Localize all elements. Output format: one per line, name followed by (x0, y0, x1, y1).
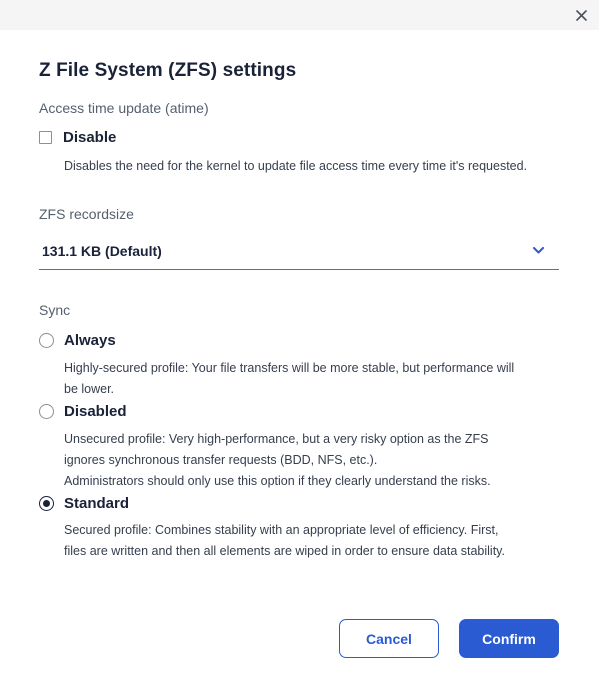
close-icon (575, 9, 587, 21)
sync-always-desc-line: Highly-secured profile: Your file transf… (64, 361, 515, 375)
sync-option-disabled[interactable]: Disabled (39, 403, 127, 420)
sync-always-label: Always (64, 332, 116, 349)
atime-disable-checkbox-row[interactable]: Disable (39, 129, 116, 146)
sync-standard-label: Standard (64, 495, 130, 512)
sync-standard-desc-line: files are written and then all elements … (64, 544, 505, 558)
chevron-down-icon[interactable] (530, 243, 546, 259)
sync-disabled-desc-line: ignores synchronous transfer requests (B… (64, 453, 378, 467)
recordsize-section-label: ZFS recordsize (39, 206, 134, 222)
dialog-topbar (0, 0, 599, 30)
sync-section-label: Sync (39, 302, 71, 318)
sync-standard-radio[interactable] (39, 496, 54, 511)
confirm-button[interactable]: Confirm (459, 619, 559, 658)
recordsize-select[interactable]: 131.1 KB (Default) (39, 232, 559, 270)
sync-standard-desc-line: Secured profile: Combines stability with… (64, 523, 499, 537)
zfs-settings-dialog: Z File System (ZFS) settings Access time… (0, 0, 599, 686)
dialog-title: Z File System (ZFS) settings (39, 60, 297, 81)
close-button[interactable] (569, 3, 593, 27)
sync-standard-description: Secured profile: Combines stability with… (64, 520, 564, 562)
sync-disabled-radio[interactable] (39, 404, 54, 419)
cancel-button[interactable]: Cancel (339, 619, 439, 658)
atime-description: Disables the need for the kernel to upda… (64, 159, 528, 173)
sync-always-desc-line: be lower. (64, 382, 115, 396)
sync-disabled-label: Disabled (64, 403, 127, 420)
atime-section-label: Access time update (atime) (39, 100, 209, 116)
sync-disabled-description: Unsecured profile: Very high-performance… (64, 429, 564, 492)
atime-disable-label: Disable (63, 129, 117, 146)
sync-disabled-desc-line: Unsecured profile: Very high-performance… (64, 432, 489, 446)
sync-always-description: Highly-secured profile: Your file transf… (64, 358, 564, 400)
recordsize-selected-value: 131.1 KB (Default) (42, 242, 162, 259)
sync-option-always[interactable]: Always (39, 332, 116, 349)
sync-disabled-desc-line: Administrators should only use this opti… (64, 474, 491, 488)
atime-disable-checkbox[interactable] (39, 131, 52, 144)
sync-always-radio[interactable] (39, 333, 54, 348)
sync-option-standard[interactable]: Standard (39, 495, 129, 512)
